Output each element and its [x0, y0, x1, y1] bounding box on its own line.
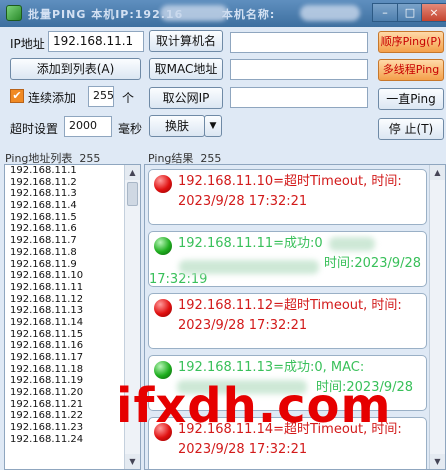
list-item[interactable]: 192.168.11.7	[5, 235, 140, 247]
multithread-ping-button[interactable]: 多线程Ping	[378, 59, 444, 81]
list-item[interactable]: 192.168.11.4	[5, 200, 140, 212]
loop-ping-button[interactable]: 一直Ping	[378, 88, 444, 110]
ip-label: IP地址	[10, 37, 45, 51]
app-icon	[6, 5, 22, 21]
timeout-status-icon	[154, 299, 172, 317]
skin-select-label: 换肤	[164, 119, 189, 133]
minimize-button[interactable]: –	[372, 3, 398, 22]
mac-output[interactable]	[230, 59, 368, 80]
timeout-unit-label: 毫秒	[118, 122, 143, 136]
result-text: 192.168.11.12=超时Timeout, 时间: 2023/9/28 1…	[178, 298, 402, 333]
get-mac-button[interactable]: 取MAC地址	[149, 58, 223, 80]
result-card: 192.168.11.11=成功:0 时间:2023/9/28 17:32:19	[148, 231, 427, 287]
scroll-down-icon[interactable]: ▼	[125, 454, 140, 469]
watermark: ifxdh.com	[116, 378, 392, 434]
public-ip-output[interactable]	[230, 87, 368, 108]
redacted-mac	[329, 237, 375, 251]
chevron-down-icon[interactable]: ▼	[204, 115, 222, 137]
continuous-add-label: 连续添加	[28, 91, 77, 105]
sequential-ping-button[interactable]: 顺序Ping(P)	[378, 31, 444, 53]
list-item[interactable]: 192.168.11.18	[5, 364, 140, 376]
get-hostname-button[interactable]: 取计算机名	[149, 30, 223, 52]
timeout-status-icon	[154, 175, 172, 193]
list-item[interactable]: 192.168.11.8	[5, 247, 140, 259]
list-item[interactable]: 192.168.11.9	[5, 259, 140, 271]
timeout-input[interactable]: 2000	[64, 116, 112, 137]
list-item[interactable]: 192.168.11.6	[5, 223, 140, 235]
redacted-hostname	[300, 5, 360, 21]
success-status-icon	[154, 361, 172, 379]
list-item[interactable]: 192.168.11.14	[5, 317, 140, 329]
list-item[interactable]: 192.168.11.3	[5, 188, 140, 200]
title-bar: 批量PING 本机IP:192.16 本机名称: – □ ×	[0, 0, 446, 27]
window-title: 批量PING 本机IP:192.16 本机名称:	[28, 8, 276, 21]
skin-select[interactable]: 换肤	[149, 115, 205, 137]
redacted-ip	[160, 5, 228, 21]
list-item[interactable]: 192.168.11.10	[5, 270, 140, 282]
list-item[interactable]: 192.168.11.15	[5, 329, 140, 341]
success-status-icon	[154, 237, 172, 255]
maximize-button[interactable]: □	[397, 3, 423, 22]
list-item[interactable]: 192.168.11.24	[5, 434, 140, 446]
result-text: 192.168.11.10=超时Timeout, 时间: 2023/9/28 1…	[178, 174, 402, 209]
list-item[interactable]: 192.168.11.12	[5, 294, 140, 306]
list-item[interactable]: 192.168.11.17	[5, 352, 140, 364]
count-unit-label: 个	[122, 91, 135, 105]
scroll-down-icon[interactable]: ▼	[430, 454, 445, 469]
list-item[interactable]: 192.168.11.16	[5, 340, 140, 352]
list-item[interactable]: 192.168.11.5	[5, 212, 140, 224]
results-scrollbar[interactable]: ▲ ▼	[429, 165, 445, 469]
get-public-ip-button[interactable]: 取公网IP	[149, 87, 223, 109]
control-panel: IP地址 192.168.11.1 取计算机名 顺序Ping(P) 添加到列表(…	[0, 27, 446, 149]
stop-button[interactable]: 停 止(T)	[378, 118, 444, 140]
continuous-add-checkbox[interactable]: ✔	[10, 89, 24, 103]
scroll-thumb[interactable]	[127, 182, 138, 206]
continuous-count-input[interactable]: 255	[88, 86, 114, 107]
timeout-label: 超时设置	[10, 122, 59, 136]
list-item[interactable]: 192.168.11.2	[5, 177, 140, 189]
scroll-up-icon[interactable]: ▲	[430, 165, 445, 180]
add-to-list-button[interactable]: 添加到列表(A)	[10, 58, 141, 80]
hostname-output[interactable]	[230, 32, 368, 53]
list-item[interactable]: 192.168.11.1	[5, 165, 140, 177]
scroll-up-icon[interactable]: ▲	[125, 165, 140, 180]
result-card: 192.168.11.12=超时Timeout, 时间: 2023/9/28 1…	[148, 293, 427, 349]
list-item[interactable]: 192.168.11.13	[5, 305, 140, 317]
result-card: 192.168.11.10=超时Timeout, 时间: 2023/9/28 1…	[148, 169, 427, 225]
redacted-mac-detail	[179, 260, 319, 274]
ip-input[interactable]: 192.168.11.1	[48, 31, 144, 52]
close-button[interactable]: ×	[421, 3, 446, 22]
list-item[interactable]: 192.168.11.11	[5, 282, 140, 294]
